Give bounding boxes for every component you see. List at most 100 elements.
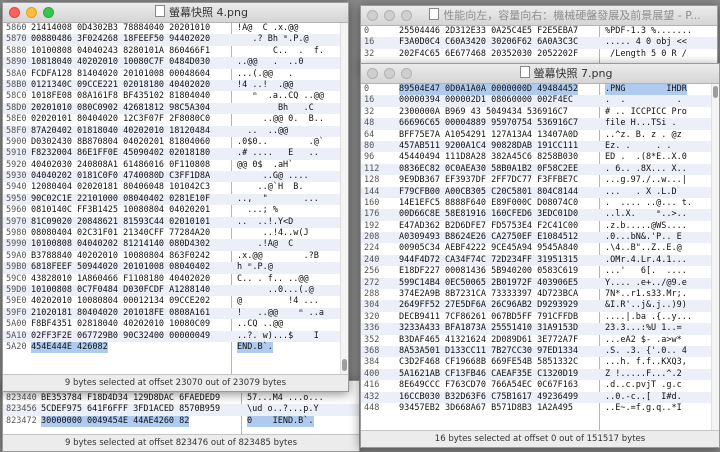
hex-row[interactable]: 5930 04040202 0181C0F0 4740080D C3FF1D8A … (3, 171, 348, 183)
zoom-button[interactable] (401, 68, 412, 79)
hex-content[interactable]: 0 25504446 2D312E33 0A25C4E5 F2E5EBA7 %PDF… (361, 26, 717, 68)
hex-row[interactable]: 0 25504446 2D312E33 0A25C4E5 F2E5EBA7 %PDF… (361, 26, 717, 37)
hex-row[interactable]: 16 00000394 000002D1 08060000 002F4EC . . … (361, 95, 719, 107)
hex-row[interactable]: 59E0 40202010 10080804 00012134 09CCE202 @… (3, 296, 348, 307)
hex-row[interactable]: 80 457AB511 9200A1C4 90828DAB 191CC111 Ez.… (361, 140, 719, 153)
hex-row[interactable]: 58E0 02020101 80404020 12C3F07F 2F8080C0 … (3, 114, 348, 125)
window-title: 螢幕快照 4.png (169, 6, 248, 19)
hex-row[interactable]: 58D0 20201010 080C0902 42681812 98C5A304 … (3, 102, 348, 115)
hex-row[interactable]: 96 45440494 111D8A28 382A45C6 8258B030 ED … (361, 152, 719, 163)
ascii-cell: !A@ C .x.@@ (237, 23, 299, 33)
hex-row[interactable]: 432 16CCB030 B32D63F6 C75B1617 49236499..… (361, 391, 719, 403)
hex-row[interactable]: 5890 10818040 40202010 10080C7F 0484D030.… (3, 57, 348, 69)
hex-row[interactable]: 304 2649FF52 27E5DF6A 26C96AB2 D9293929 &I… (361, 300, 719, 312)
hex-row[interactable]: 58A0 FCDFA128 81404020 20101008 00048604.… (3, 69, 348, 80)
hex-row[interactable]: 59D0 10100808 0C7F0484 D030FCDF A1288140 … (3, 284, 348, 297)
hex-content[interactable]: 5860 21414008 0D4302B3 78884040 20201010!… (3, 23, 348, 375)
hex-row[interactable]: 208 A0309493 B8624E26 CA2750EF E1084512 .0… (361, 232, 719, 244)
hex-row[interactable]: 5970 81C09020 20848621 81593C44 02010101.… (3, 216, 348, 229)
ascii-cell: .0...bN&.'P.. E (605, 232, 682, 243)
zoom-button[interactable] (401, 10, 412, 21)
hex-row[interactable]: 58F0 87A20402 01818040 40202010 18120484 … (3, 125, 348, 137)
hex-row[interactable]: 0 89504E47 0D0A1A0A 0000000D 49484452 .PNG… (361, 84, 719, 96)
hex-row[interactable]: 58B0 0121340C 09CCE221 02018180 40402020!… (3, 79, 348, 92)
offset-cell: 432 (364, 391, 380, 402)
hex-row[interactable]: 128 9E9DB367 EF3937DF 2FF7DC77 F3FFBE7C..… (361, 175, 719, 186)
hex-row[interactable]: 176 00D66C8E 58E81916 160CFED6 3EDC01D0..… (361, 209, 719, 221)
hex-row[interactable]: 58C0 1018FE08 08A161F8 BF435102 81804040 … (3, 91, 348, 102)
hex-row[interactable]: 823472 30000000 0049454E 44AE4260 82 0 IEN… (3, 415, 359, 428)
hex-row[interactable]: 5910 F8232004 86E1FF0E 45090402 02018180.… (3, 148, 348, 160)
offset-cell: 5900 (6, 136, 27, 147)
hex-cell: 6818FEEF 50944020 20101008 08040402 (31, 262, 211, 273)
hex-row[interactable]: 59C0 43828010 1A860466 F1108180 40402020 C… (3, 274, 348, 285)
hex-row[interactable]: 48 66696C65 00004889 95970754 536916C7 fil… (361, 118, 719, 130)
ascii-cell: file H...TSi . (605, 118, 677, 129)
scroll-thumb[interactable] (342, 359, 347, 371)
hex-row[interactable]: 352 B3DAF465 41321624 2D089D61 3E772A7F..… (361, 335, 719, 346)
hex-row[interactable]: 5960 0810140C FF3B1425 10080804 04020201 … (3, 205, 348, 216)
hex-row[interactable]: 823456 5CDEF975 641F6FFF 3FD1ACED 8570B95… (3, 404, 359, 416)
close-button[interactable] (9, 7, 20, 18)
hex-row[interactable]: 5860 21414008 0D4302B3 78884040 20201010!… (3, 23, 348, 34)
hex-cell: 374E2A9B 8B7231CA 73333397 4D723BCA (399, 289, 579, 300)
ascii-cell: ...; % (237, 205, 278, 216)
minimize-button[interactable] (384, 68, 395, 79)
hex-row[interactable]: 32 2300000A B969 43 5049434 536916C7 # .. … (361, 107, 719, 118)
hex-row[interactable]: 5A00 F8BF4351 02818040 40202010 10080C09.… (3, 319, 348, 330)
hex-row[interactable]: 5880 10100808 04040243 8280101A 860466F1 … (3, 46, 348, 57)
hex-cell: B3DAF465 41321624 2D089D61 3E772A7F (399, 334, 579, 345)
hex-content[interactable]: 0 89504E47 0D0A1A0A 0000000D 49484452 .PNG… (361, 84, 719, 431)
hex-row[interactable]: 416 8E649CCC F763CD70 766A54EC 0C67F163 .d… (361, 380, 719, 391)
hex-row[interactable]: 59B0 6818FEEF 50944020 20101008 08040402 h… (3, 262, 348, 274)
hex-row[interactable]: 400 5A1621AB CF13FB46 CAEAF35E C1320D19 Z … (361, 368, 719, 381)
close-button[interactable] (367, 68, 378, 79)
scrollbar[interactable] (711, 84, 719, 431)
hex-row[interactable]: 144 F79CFB00 A00CB305 C20C5801 804C8144..… (361, 186, 719, 198)
hex-cell: 599C14B4 0EC50065 2B01972F 403906E5 (399, 277, 579, 288)
hex-row[interactable]: 320 DECB9411 7CF86261 067BD5FF 791CFFDB..… (361, 312, 719, 323)
hex-row[interactable]: 59A0 B3788840 40202010 10080804 863F0242.… (3, 251, 348, 262)
hex-cell: 0121340C 09CCE221 02018180 40402020 (31, 79, 211, 90)
offset-cell: 448 (364, 402, 380, 413)
hex-row[interactable]: 5A20 454E444E 426082 END.B`. (3, 341, 348, 354)
hex-row[interactable]: 224 00905C34 AEBF4222 9CE45A94 9545A840 .\… (361, 243, 719, 254)
hex-row[interactable]: 5A10 02FF3F2E 067729B0 90C32400 00000049.… (3, 330, 348, 342)
hex-row[interactable]: 5920 40402030 240808A1 61486016 0F110808 @… (3, 160, 348, 171)
hex-row[interactable]: 240 944F4D72 CA34F74C 72D234FF 31951315 .O… (361, 254, 719, 267)
hex-row[interactable]: 5870 00880486 3F024268 18FEEF50 94402020 … (3, 34, 348, 46)
offset-cell: 176 (364, 209, 380, 220)
scroll-thumb[interactable] (713, 86, 718, 98)
hex-cell: 1018FE08 08A161F8 BF435102 81804040 (31, 91, 211, 102)
offset-cell: 823440 (6, 393, 37, 403)
scrollbar[interactable] (340, 23, 348, 375)
hex-row[interactable]: 112 0836EC82 0C0AEA30 58B0A1B2 0F58C2EE . … (361, 163, 719, 176)
hex-row[interactable]: 384 C3D2F468 CF19668B 669FE54B 5851332C..… (361, 357, 719, 368)
minimize-button[interactable] (384, 10, 395, 21)
hex-row[interactable]: 5990 10100808 04040202 81214140 080D4302 … (3, 239, 348, 251)
hex-row[interactable]: 5940 12080404 02020181 80406048 101042C3 … (3, 182, 348, 193)
hex-row[interactable]: 336 3233A433 BFA1873A 25551410 31A9153D 23… (361, 323, 719, 335)
hex-row[interactable]: 448 93457EB2 3D668A67 B571D8B3 1A2A495 ..E… (361, 403, 719, 414)
hex-row[interactable]: 272 599C14B4 0EC50065 2B01972F 403906E5 Y.… (361, 277, 719, 290)
hex-row[interactable]: 192 E47AD362 B2D6DFE7 FD5753E4 F2C41C00 .z… (361, 221, 719, 232)
minimize-button[interactable] (26, 7, 37, 18)
hex-row[interactable]: 368 8A53A501 D133CC11 7B27CC30 97ED1334 .S… (361, 345, 719, 358)
hex-row[interactable]: 64 BFF75E7A A1054291 127A13A4 13407A0D ..^… (361, 130, 719, 141)
hex-row[interactable]: 5950 90C02C1E 22101000 08040402 0281E10F.… (3, 193, 348, 206)
close-button[interactable] (367, 10, 378, 21)
window-title: 性能向左，容量向右：機械硬盤發展及前景展望 - P... (443, 9, 701, 22)
hex-row[interactable]: 5900 D0302430 8B870804 04020201 81804060.… (3, 137, 348, 148)
hex-row[interactable]: 16 F3A0D0C4 C60A3420 30206F62 6A0A3C3C...… (361, 37, 717, 49)
hex-row[interactable]: 823440 BE353784 F18D4D34 129D8DAC 6FAEDED… (3, 393, 359, 404)
hex-row[interactable]: 32 202F4C65 6E677468 20352030 2052202F /L… (361, 49, 717, 60)
hex-row[interactable]: 59F0 21020181 80404020 201018FE 0808A161!… (3, 307, 348, 320)
hex-row[interactable]: 5980 08080404 02C31F01 21340CFF 77284A20 … (3, 228, 348, 239)
hex-row[interactable]: 288 374E2A9B 8B7231CA 73333397 4D723BCA 7N… (361, 289, 719, 300)
zoom-button[interactable] (43, 7, 54, 18)
hex-cell: 02FF3F2E 067729B0 90C32400 00000049 (31, 330, 211, 341)
offset-cell: 256 (364, 266, 380, 277)
hex-row[interactable]: 256 E18DF227 00081436 5B940200 0583C619..… (361, 266, 719, 277)
ascii-cell: . . . (605, 95, 682, 106)
hex-row[interactable]: 160 14E1EFC5 8888F640 E89F000C D08074C0 . … (361, 198, 719, 209)
